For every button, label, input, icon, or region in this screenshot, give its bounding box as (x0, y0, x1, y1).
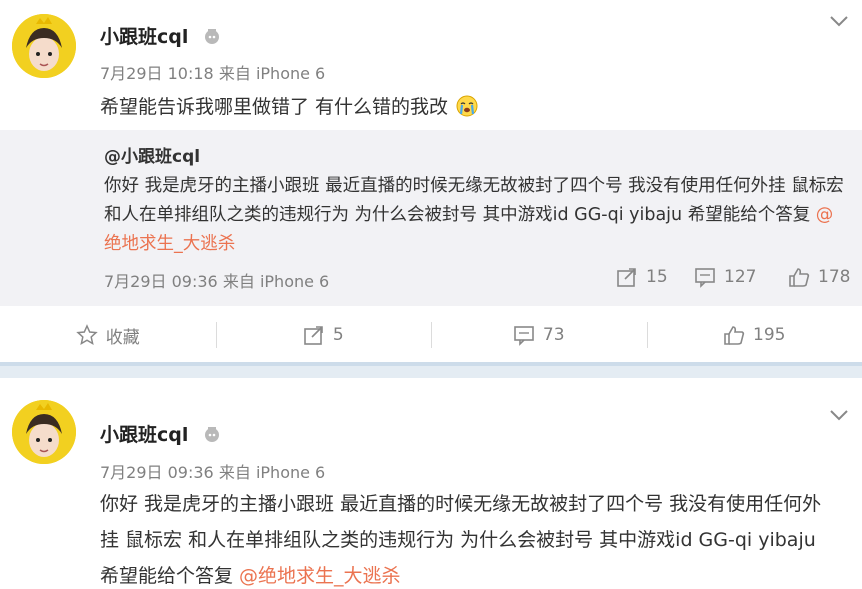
username-text[interactable]: 小跟班cql (100, 424, 188, 446)
repost-count: 5 (332, 325, 344, 345)
repost-block[interactable]: @小跟班cql 你好 我是虎牙的主播小跟班 最近直播的时候无缘无故被封了四个号 … (0, 130, 862, 306)
vip-badge-icon (203, 27, 221, 45)
post-meta: 7月29日 09:36 来自 iPhone 6 (100, 459, 325, 483)
feed-separator (0, 362, 862, 378)
thumbs-up-icon (724, 326, 745, 345)
repost-time[interactable]: 7月29日 09:36 (104, 272, 218, 291)
repost-comment-count[interactable]: 127 (694, 266, 756, 288)
comment-count-text: 127 (724, 267, 757, 287)
source-prefix: 来自 (218, 64, 251, 83)
repost-meta: 7月29日 09:36 来自 iPhone 6 (104, 268, 329, 292)
avatar[interactable] (12, 14, 76, 78)
comment-icon (514, 326, 534, 346)
like-count: 195 (753, 325, 786, 345)
favorite-label: 收藏 (105, 327, 140, 348)
repost-text-content: 你好 我是虎牙的主播小跟班 最近直播的时候无缘无故被封了四个号 我没有使用任何外… (104, 176, 844, 225)
crying-face-icon (456, 95, 478, 117)
post-time[interactable]: 7月29日 10:18 (100, 64, 214, 83)
mention-link[interactable]: @绝地求生_大逃杀 (239, 565, 401, 587)
thumbs-up-icon (789, 268, 810, 287)
repost-username[interactable]: @小跟班cql (104, 142, 200, 167)
comment-icon (695, 268, 715, 288)
repost-source-prefix: 来自 (222, 272, 255, 291)
source-device: iPhone 6 (255, 64, 326, 83)
action-bar: 收藏 5 73 195 (0, 312, 862, 358)
post-text-content: 希望能告诉我哪里做错了 有什么错的我改 (100, 96, 449, 118)
username-text[interactable]: 小跟班cql (100, 26, 188, 48)
repost-icon (304, 326, 323, 345)
repost-like-count[interactable]: 178 (788, 266, 850, 288)
chevron-down-icon[interactable] (828, 10, 850, 32)
username[interactable]: 小跟班cql (100, 420, 221, 447)
post-text: 希望能告诉我哪里做错了 有什么错的我改 (100, 92, 478, 119)
repost-button[interactable]: 5 (215, 312, 432, 358)
repost-count-text: 15 (646, 267, 668, 287)
post-text-content: 你好 我是虎牙的主播小跟班 最近直播的时候无缘无故被封了四个号 我没有使用任何外… (100, 493, 822, 587)
username[interactable]: 小跟班cql (100, 22, 221, 49)
repost-repost-count[interactable]: 15 (616, 266, 668, 288)
comment-count: 73 (542, 325, 565, 345)
weibo-post-1: 小跟班cql 7月29日 10:18 来自 iPhone 6 希望能告诉我哪里做… (0, 0, 862, 362)
repost-text: 你好 我是虎牙的主播小跟班 最近直播的时候无缘无故被封了四个号 我没有使用任何外… (104, 172, 844, 259)
post-time[interactable]: 7月29日 09:36 (100, 463, 214, 482)
comment-button[interactable]: 73 (431, 312, 647, 358)
source-device: iPhone 6 (255, 463, 326, 482)
like-count-text: 178 (818, 267, 851, 287)
chevron-down-icon[interactable] (828, 404, 850, 426)
post-text: 你好 我是虎牙的主播小跟班 最近直播的时候无缘无故被封了四个号 我没有使用任何外… (100, 486, 840, 589)
repost-source-device: iPhone 6 (259, 272, 330, 291)
like-button[interactable]: 195 (646, 312, 862, 358)
vip-badge-icon (203, 425, 221, 443)
favorite-button[interactable]: 收藏 (0, 312, 216, 358)
avatar[interactable] (12, 400, 76, 464)
source-prefix: 来自 (218, 463, 251, 482)
star-icon (76, 324, 98, 346)
post-meta: 7月29日 10:18 来自 iPhone 6 (100, 60, 325, 84)
weibo-post-2: 小跟班cql 7月29日 09:36 来自 iPhone 6 你好 我是虎牙的主… (0, 378, 862, 589)
repost-icon (617, 268, 636, 287)
